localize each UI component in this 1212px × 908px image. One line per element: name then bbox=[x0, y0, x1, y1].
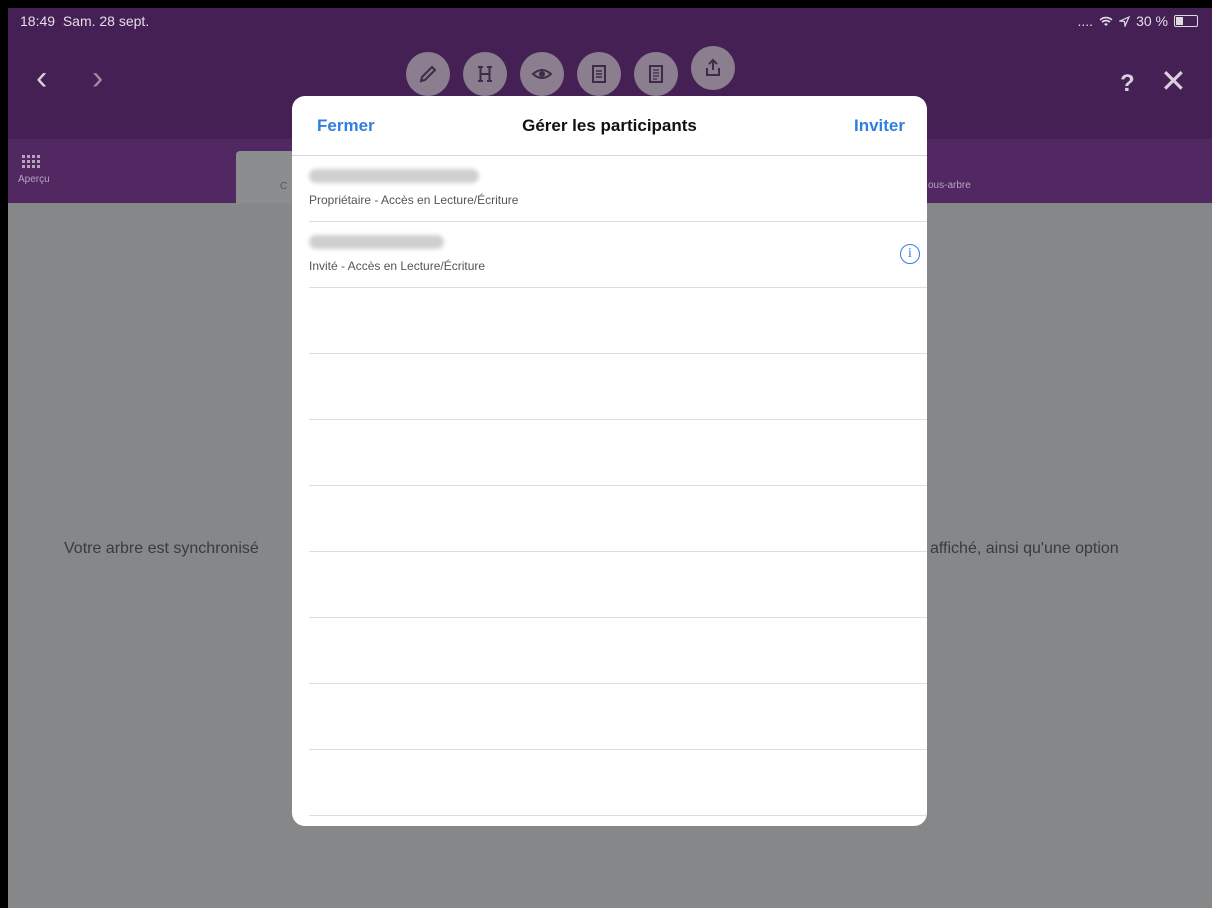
view-button[interactable] bbox=[520, 52, 564, 96]
participant-name-redacted bbox=[309, 235, 444, 249]
signal-dots: .... bbox=[1077, 13, 1094, 29]
document-button[interactable] bbox=[577, 52, 621, 96]
participants-modal: Fermer Gérer les participants Inviter Pr… bbox=[292, 96, 927, 826]
location-icon bbox=[1119, 15, 1131, 27]
list-item-empty bbox=[309, 288, 927, 354]
share-button[interactable] bbox=[691, 46, 735, 90]
status-indicators: .... 30 % bbox=[1078, 13, 1198, 29]
wifi-icon bbox=[1099, 16, 1113, 26]
participant-row-guest[interactable]: Invité - Accès en Lecture/Écriture i bbox=[309, 222, 927, 288]
battery-icon bbox=[1174, 15, 1198, 27]
list-item-empty bbox=[309, 684, 927, 750]
list-document-button[interactable] bbox=[634, 52, 678, 96]
modal-title: Gérer les participants bbox=[522, 116, 697, 135]
tree-icon bbox=[478, 66, 492, 82]
close-button[interactable]: ✕ bbox=[1160, 62, 1187, 100]
battery-percent: 30 % bbox=[1136, 13, 1168, 29]
status-date: Sam. 28 sept. bbox=[62, 13, 150, 29]
list-item-empty bbox=[309, 618, 927, 684]
pencil-icon bbox=[419, 65, 437, 83]
forward-arrow-icon: › bbox=[92, 59, 104, 97]
help-button[interactable]: ? bbox=[1120, 70, 1135, 98]
toolbar bbox=[406, 46, 735, 96]
inviter-button[interactable]: Inviter bbox=[854, 116, 905, 136]
eye-icon bbox=[531, 69, 553, 79]
share-icon bbox=[706, 58, 720, 76]
info-icon[interactable]: i bbox=[900, 244, 920, 264]
tab-selected[interactable]: C bbox=[236, 151, 296, 203]
list-item-empty bbox=[309, 750, 927, 816]
list-item-empty bbox=[309, 354, 927, 420]
list-item-empty bbox=[309, 420, 927, 486]
participant-name-redacted bbox=[309, 169, 479, 183]
background-text-left: Votre arbre est synchronisé bbox=[64, 540, 259, 557]
participant-role: Invité - Accès en Lecture/Écriture bbox=[309, 259, 486, 273]
tab-apercu-label: Aperçu bbox=[18, 174, 50, 185]
status-clock: 18:49 bbox=[20, 13, 56, 29]
edit-button[interactable] bbox=[406, 52, 450, 96]
list-item-empty bbox=[309, 552, 927, 618]
tab-sous-arbre-label: ous-arbre bbox=[928, 180, 971, 191]
document-icon bbox=[592, 65, 606, 83]
list-document-icon bbox=[649, 65, 663, 83]
status-time: 18:49 Sam. 28 sept. bbox=[20, 13, 149, 29]
list-item-empty bbox=[309, 486, 927, 552]
back-arrow-icon: ‹ bbox=[36, 59, 48, 97]
background-text-right: affiché, ainsi qu'une option bbox=[930, 540, 1119, 557]
forward-button[interactable]: › bbox=[92, 58, 103, 98]
tab-selected-label: C bbox=[280, 181, 288, 192]
back-button[interactable]: ‹ bbox=[36, 58, 47, 98]
status-bar: 18:49 Sam. 28 sept. .... 30 % bbox=[8, 8, 1212, 32]
tree-button[interactable] bbox=[463, 52, 507, 96]
participant-role: Propriétaire - Accès en Lecture/Écriture bbox=[309, 193, 519, 207]
participants-list: Propriétaire - Accès en Lecture/Écriture… bbox=[292, 156, 927, 816]
tab-apercu[interactable]: Aperçu bbox=[18, 155, 50, 185]
participant-row-owner[interactable]: Propriétaire - Accès en Lecture/Écriture bbox=[309, 156, 927, 222]
tab-sous-arbre[interactable]: ous-arbre bbox=[928, 180, 971, 191]
modal-header: Fermer Gérer les participants Inviter bbox=[292, 96, 927, 156]
grid-icon bbox=[22, 155, 45, 168]
